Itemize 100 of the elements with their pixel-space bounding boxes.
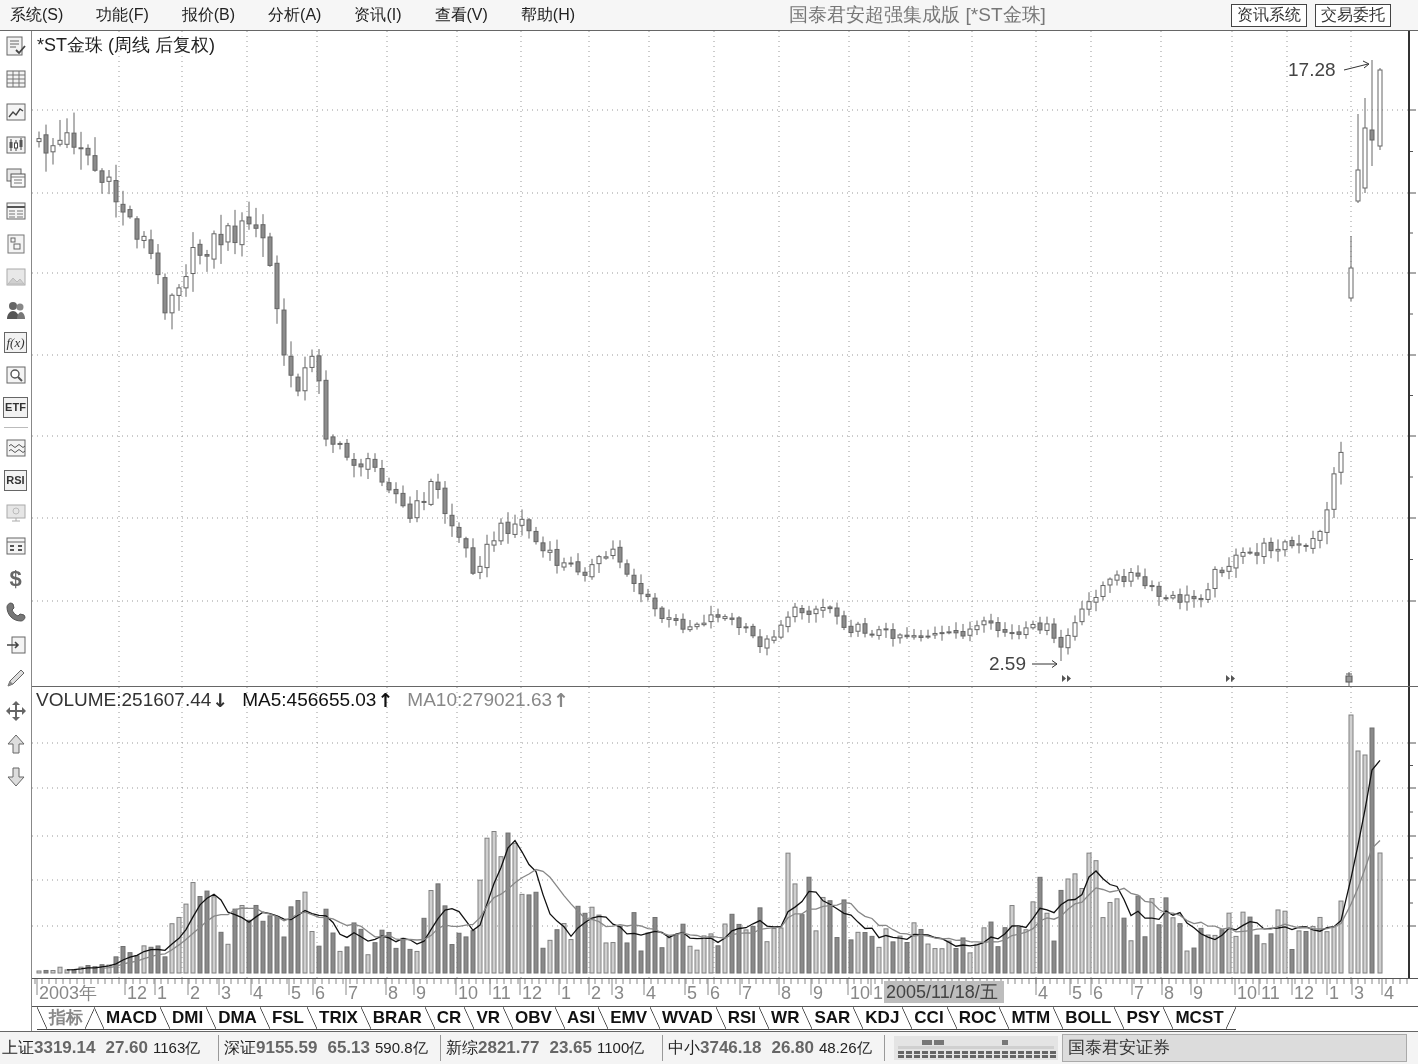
axis-label: 6: [1093, 982, 1103, 1004]
candlestick-icon[interactable]: [4, 134, 27, 156]
arrow-into-box-icon[interactable]: [4, 634, 27, 656]
double-triangle-icon: [1062, 675, 1071, 682]
indicator-tab[interactable]: SAR: [802, 1007, 855, 1030]
axis-label: 11: [1261, 982, 1280, 1004]
axis-label: 9: [813, 982, 823, 1004]
chart-title: *ST金珠 (周线 后复权): [37, 34, 215, 57]
axis-label: 9: [416, 982, 426, 1004]
phone-icon[interactable]: [4, 601, 27, 623]
menu-item[interactable]: 帮助(H): [516, 2, 580, 28]
axis-label: 1: [873, 982, 883, 1004]
indicator-tab[interactable]: FSL: [259, 1007, 308, 1030]
axis-label: 10: [458, 982, 479, 1004]
axis-label: 4: [646, 982, 656, 1004]
windows-icon[interactable]: [4, 167, 27, 189]
chart-window-icon[interactable]: [4, 233, 27, 255]
axis-label: 7: [1134, 982, 1144, 1004]
indicator-tab[interactable]: PSY: [1114, 1007, 1165, 1030]
move-icon[interactable]: [4, 700, 27, 722]
axis-label: 9: [1193, 982, 1203, 1004]
cursor-date-label: 2005/11/18/五: [884, 981, 1004, 1003]
up-arrow-icon[interactable]: [4, 733, 27, 755]
indicator-tab[interactable]: TRIX: [307, 1007, 362, 1030]
header-button[interactable]: 交易委托: [1315, 3, 1391, 27]
index-name: 中小: [668, 1037, 700, 1058]
index-change: 23.65: [549, 1038, 592, 1058]
menu-item[interactable]: 查看(V): [430, 2, 492, 28]
index-amount: 590.8亿: [375, 1038, 428, 1058]
axis-label: 4: [1038, 982, 1048, 1004]
axis-label: 4: [1384, 982, 1394, 1004]
axis-label: 7: [348, 982, 358, 1004]
arrow-icon: [1031, 660, 1058, 668]
axis-label: 6: [315, 982, 325, 1004]
index-name: 深证: [224, 1037, 256, 1058]
indicator-tab[interactable]: KDJ: [853, 1007, 904, 1030]
grid-icon[interactable]: [4, 68, 27, 90]
axis-label: 1: [1329, 982, 1339, 1004]
indicator-value: VOLUME:251607.44: [36, 689, 212, 711]
down-arrow-icon[interactable]: [4, 766, 27, 788]
index-value: 9155.59: [256, 1038, 318, 1058]
indicator-tab[interactable]: BOLL: [1053, 1007, 1116, 1030]
indicator-tab[interactable]: MCST: [1163, 1007, 1236, 1030]
magnifier-icon[interactable]: [4, 364, 27, 386]
index-value: 3746.18: [700, 1038, 762, 1058]
pencil-icon[interactable]: [4, 667, 27, 689]
axis-label: 8: [781, 982, 791, 1004]
indicator-tab[interactable]: WR: [759, 1007, 804, 1030]
header-button[interactable]: 资讯系统: [1231, 3, 1307, 27]
indicator-tab[interactable]: EMV: [598, 1007, 652, 1030]
indicator-tab[interactable]: VR: [464, 1007, 505, 1030]
trend-arrow: ↑: [377, 689, 394, 711]
indicator-tab[interactable]: MACD: [94, 1007, 161, 1030]
axis-label: 7: [742, 982, 752, 1004]
line-chart-icon[interactable]: [4, 101, 27, 123]
people-icon[interactable]: [4, 299, 27, 321]
axis-label: 3: [614, 982, 624, 1004]
index-value: 2821.77: [478, 1038, 540, 1058]
indicator-tab[interactable]: MTM: [999, 1007, 1055, 1030]
indicator-tab[interactable]: RSI: [715, 1007, 761, 1030]
table-icon[interactable]: [4, 200, 27, 222]
indicator-tab[interactable]: BRAR: [360, 1007, 426, 1030]
toolbar-button[interactable]: ETF: [3, 397, 28, 418]
broker-label: 国泰君安证券: [1062, 1034, 1407, 1062]
indicator-tab[interactable]: ASI: [554, 1007, 600, 1030]
indicator-tab[interactable]: WVAD: [650, 1007, 717, 1030]
toolbar-button[interactable]: f(x): [4, 332, 27, 353]
axis-label: 1: [561, 982, 571, 1004]
indicator-tab[interactable]: DMI: [160, 1007, 208, 1030]
axis-label: 10: [850, 982, 871, 1004]
menu-item[interactable]: 报价(B): [177, 2, 240, 28]
axis-label: 2: [190, 982, 200, 1004]
indicator-tab[interactable]: CCI: [902, 1007, 948, 1030]
axis-label: 10: [1237, 982, 1258, 1004]
axis-label: 5: [291, 982, 301, 1004]
toolbar-button[interactable]: RSI: [4, 470, 27, 491]
indicator-value: MA5:456655.03: [242, 689, 377, 711]
indicator-tab[interactable]: 指标: [37, 1007, 95, 1030]
menu-item[interactable]: 功能(F): [92, 2, 153, 28]
menu-item[interactable]: 系统(S): [6, 2, 68, 28]
axis-label: 5: [1072, 982, 1082, 1004]
index-amount: 1163亿: [153, 1038, 201, 1058]
indicator-tab[interactable]: CR: [424, 1007, 466, 1030]
axis-label: 12: [1294, 982, 1315, 1004]
wave-icon[interactable]: [4, 437, 27, 459]
list-check-icon[interactable]: [4, 35, 27, 57]
toolbar-button[interactable]: $: [9, 568, 22, 590]
menu-item[interactable]: 资讯(I): [350, 2, 406, 28]
trend-arrow: ↑: [553, 689, 569, 711]
indicator-tab[interactable]: DMA: [206, 1007, 261, 1030]
axis-label: 1: [157, 982, 167, 1004]
trend-arrow: ↓: [212, 689, 229, 711]
axis-label: 12: [127, 982, 148, 1004]
axis-label: 2: [591, 982, 601, 1004]
indicator-tab[interactable]: ROC: [946, 1007, 1001, 1030]
menu-item[interactable]: 分析(A): [264, 2, 326, 28]
axis-label: 3: [221, 982, 231, 1004]
axis-label: 8: [388, 982, 398, 1004]
dots-window-icon[interactable]: [4, 535, 27, 557]
indicator-tab[interactable]: OBV: [503, 1007, 556, 1030]
